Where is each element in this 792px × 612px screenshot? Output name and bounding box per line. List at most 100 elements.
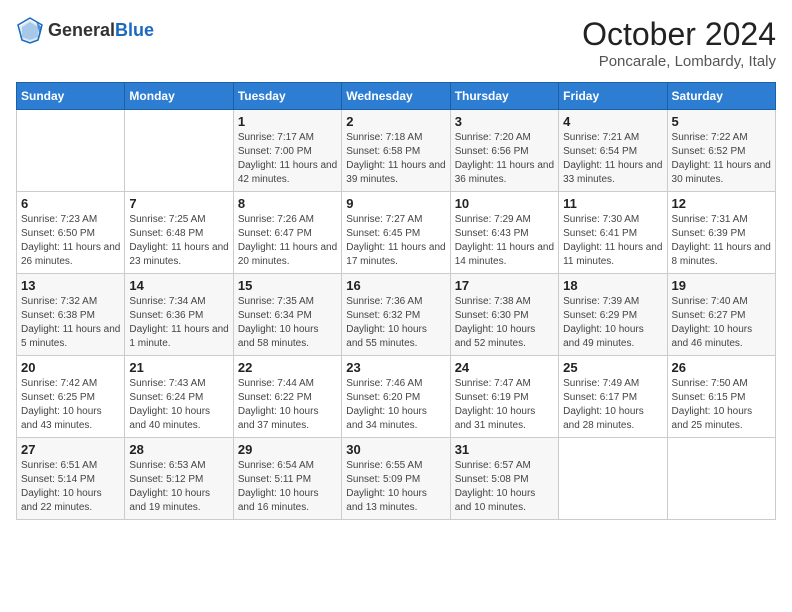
day-number: 1: [238, 114, 337, 129]
calendar-cell: 22Sunrise: 7:44 AM Sunset: 6:22 PM Dayli…: [233, 356, 341, 438]
logo: GeneralBlue: [16, 16, 154, 44]
calendar-cell: 7 Sunrise: 7:25 AM Sunset: 6:48 PM Daylig…: [125, 192, 233, 274]
calendar-cell: [559, 438, 667, 520]
day-info: Sunrise: 6:51 AM Sunset: 5:14 PM Dayligh…: [21, 459, 120, 515]
day-number: 4: [563, 114, 662, 129]
calendar-cell: 16 Sunrise: 7:36 AM Sunset: 6:32 PM Dayli…: [342, 274, 450, 356]
logo-general: General: [48, 20, 115, 40]
day-number: 11: [563, 196, 662, 211]
day-info: Sunrise: 7:50 AM Sunset: 6:15 PM Dayligh…: [672, 377, 771, 433]
day-number: 5: [672, 114, 771, 129]
day-number: 30: [346, 442, 445, 457]
calendar-cell: [17, 110, 125, 192]
title-area: October 2024 Poncarale, Lombardy, Italy: [582, 16, 776, 70]
day-number: 14: [129, 278, 228, 293]
day-info: Sunrise: 6:55 AM Sunset: 5:09 PM Dayligh…: [346, 459, 445, 515]
day-number: 17: [455, 278, 554, 293]
day-number: 25: [563, 360, 662, 375]
day-info: Sunrise: 7:49 AM Sunset: 6:17 PM Dayligh…: [563, 377, 662, 433]
calendar-cell: 18Sunrise: 7:39 AM Sunset: 6:29 PM Dayli…: [559, 274, 667, 356]
day-info: Sunrise: 7:42 AM Sunset: 6:25 PM Dayligh…: [21, 377, 120, 433]
calendar-cell: 8 Sunrise: 7:26 AM Sunset: 6:47 PM Daylig…: [233, 192, 341, 274]
calendar-cell: [667, 438, 775, 520]
col-monday: Monday: [125, 83, 233, 110]
day-info: Sunrise: 7:25 AM Sunset: 6:48 PM Dayligh…: [129, 213, 228, 269]
day-info: Sunrise: 7:35 AM Sunset: 6:34 PM Dayligh…: [238, 295, 337, 351]
day-number: 21: [129, 360, 228, 375]
calendar-cell: 6Sunrise: 7:23 AM Sunset: 6:50 PM Daylig…: [17, 192, 125, 274]
day-number: 22: [238, 360, 337, 375]
day-number: 2: [346, 114, 445, 129]
calendar-body: 1Sunrise: 7:17 AM Sunset: 7:00 PM Daylig…: [17, 110, 776, 520]
day-info: Sunrise: 7:31 AM Sunset: 6:39 PM Dayligh…: [672, 213, 771, 269]
calendar-cell: 5Sunrise: 7:22 AM Sunset: 6:52 PM Daylig…: [667, 110, 775, 192]
day-info: Sunrise: 7:43 AM Sunset: 6:24 PM Dayligh…: [129, 377, 228, 433]
day-info: Sunrise: 6:54 AM Sunset: 5:11 PM Dayligh…: [238, 459, 337, 515]
calendar-cell: 3Sunrise: 7:20 AM Sunset: 6:56 PM Daylig…: [450, 110, 558, 192]
day-info: Sunrise: 6:57 AM Sunset: 5:08 PM Dayligh…: [455, 459, 554, 515]
day-info: Sunrise: 7:30 AM Sunset: 6:41 PM Dayligh…: [563, 213, 662, 269]
location-title: Poncarale, Lombardy, Italy: [582, 53, 776, 70]
calendar-cell: 17 Sunrise: 7:38 AM Sunset: 6:30 PM Dayli…: [450, 274, 558, 356]
calendar-cell: 30 Sunrise: 6:55 AM Sunset: 5:09 PM Dayli…: [342, 438, 450, 520]
day-number: 3: [455, 114, 554, 129]
calendar-cell: 10Sunrise: 7:29 AM Sunset: 6:43 PM Dayli…: [450, 192, 558, 274]
day-info: Sunrise: 7:18 AM Sunset: 6:58 PM Dayligh…: [346, 131, 445, 187]
logo-icon: [16, 16, 44, 44]
day-number: 15: [238, 278, 337, 293]
calendar-cell: [125, 110, 233, 192]
calendar-cell: 1Sunrise: 7:17 AM Sunset: 7:00 PM Daylig…: [233, 110, 341, 192]
calendar-week-row: 13 Sunrise: 7:32 AM Sunset: 6:38 PM Dayli…: [17, 274, 776, 356]
day-number: 29: [238, 442, 337, 457]
day-number: 20: [21, 360, 120, 375]
calendar-week-row: 6Sunrise: 7:23 AM Sunset: 6:50 PM Daylig…: [17, 192, 776, 274]
col-sunday: Sunday: [17, 83, 125, 110]
calendar-cell: 19Sunrise: 7:40 AM Sunset: 6:27 PM Dayli…: [667, 274, 775, 356]
day-info: Sunrise: 7:21 AM Sunset: 6:54 PM Dayligh…: [563, 131, 662, 187]
header-row: Sunday Monday Tuesday Wednesday Thursday…: [17, 83, 776, 110]
day-number: 8: [238, 196, 337, 211]
day-number: 13: [21, 278, 120, 293]
col-saturday: Saturday: [667, 83, 775, 110]
calendar-header: Sunday Monday Tuesday Wednesday Thursday…: [17, 83, 776, 110]
day-number: 31: [455, 442, 554, 457]
col-wednesday: Wednesday: [342, 83, 450, 110]
day-info: Sunrise: 7:47 AM Sunset: 6:19 PM Dayligh…: [455, 377, 554, 433]
col-tuesday: Tuesday: [233, 83, 341, 110]
day-number: 16: [346, 278, 445, 293]
calendar-cell: 23Sunrise: 7:46 AM Sunset: 6:20 PM Dayli…: [342, 356, 450, 438]
calendar-cell: 14 Sunrise: 7:34 AM Sunset: 6:36 PM Dayli…: [125, 274, 233, 356]
calendar-cell: 15 Sunrise: 7:35 AM Sunset: 6:34 PM Dayli…: [233, 274, 341, 356]
day-info: Sunrise: 7:26 AM Sunset: 6:47 PM Dayligh…: [238, 213, 337, 269]
day-info: Sunrise: 7:46 AM Sunset: 6:20 PM Dayligh…: [346, 377, 445, 433]
calendar-cell: 29 Sunrise: 6:54 AM Sunset: 5:11 PM Dayli…: [233, 438, 341, 520]
calendar-cell: 27 Sunrise: 6:51 AM Sunset: 5:14 PM Dayli…: [17, 438, 125, 520]
day-info: Sunrise: 7:38 AM Sunset: 6:30 PM Dayligh…: [455, 295, 554, 351]
day-number: 12: [672, 196, 771, 211]
day-info: Sunrise: 7:29 AM Sunset: 6:43 PM Dayligh…: [455, 213, 554, 269]
day-info: Sunrise: 7:36 AM Sunset: 6:32 PM Dayligh…: [346, 295, 445, 351]
calendar-cell: 9Sunrise: 7:27 AM Sunset: 6:45 PM Daylig…: [342, 192, 450, 274]
day-number: 24: [455, 360, 554, 375]
calendar-cell: 28Sunrise: 6:53 AM Sunset: 5:12 PM Dayli…: [125, 438, 233, 520]
calendar-cell: 12 Sunrise: 7:31 AM Sunset: 6:39 PM Dayli…: [667, 192, 775, 274]
day-info: Sunrise: 7:32 AM Sunset: 6:38 PM Dayligh…: [21, 295, 120, 351]
calendar-cell: 2 Sunrise: 7:18 AM Sunset: 6:58 PM Daylig…: [342, 110, 450, 192]
calendar-table: Sunday Monday Tuesday Wednesday Thursday…: [16, 82, 776, 520]
day-info: Sunrise: 7:40 AM Sunset: 6:27 PM Dayligh…: [672, 295, 771, 351]
calendar-week-row: 1Sunrise: 7:17 AM Sunset: 7:00 PM Daylig…: [17, 110, 776, 192]
month-title: October 2024: [582, 16, 776, 53]
calendar-cell: 20 Sunrise: 7:42 AM Sunset: 6:25 PM Dayli…: [17, 356, 125, 438]
col-thursday: Thursday: [450, 83, 558, 110]
calendar-cell: 31 Sunrise: 6:57 AM Sunset: 5:08 PM Dayli…: [450, 438, 558, 520]
day-info: Sunrise: 6:53 AM Sunset: 5:12 PM Dayligh…: [129, 459, 228, 515]
col-friday: Friday: [559, 83, 667, 110]
day-info: Sunrise: 7:34 AM Sunset: 6:36 PM Dayligh…: [129, 295, 228, 351]
page-header: GeneralBlue October 2024 Poncarale, Lomb…: [16, 16, 776, 70]
calendar-cell: 13 Sunrise: 7:32 AM Sunset: 6:38 PM Dayli…: [17, 274, 125, 356]
calendar-week-row: 27 Sunrise: 6:51 AM Sunset: 5:14 PM Dayli…: [17, 438, 776, 520]
day-number: 7: [129, 196, 228, 211]
day-number: 27: [21, 442, 120, 457]
day-number: 18: [563, 278, 662, 293]
calendar-week-row: 20 Sunrise: 7:42 AM Sunset: 6:25 PM Dayli…: [17, 356, 776, 438]
